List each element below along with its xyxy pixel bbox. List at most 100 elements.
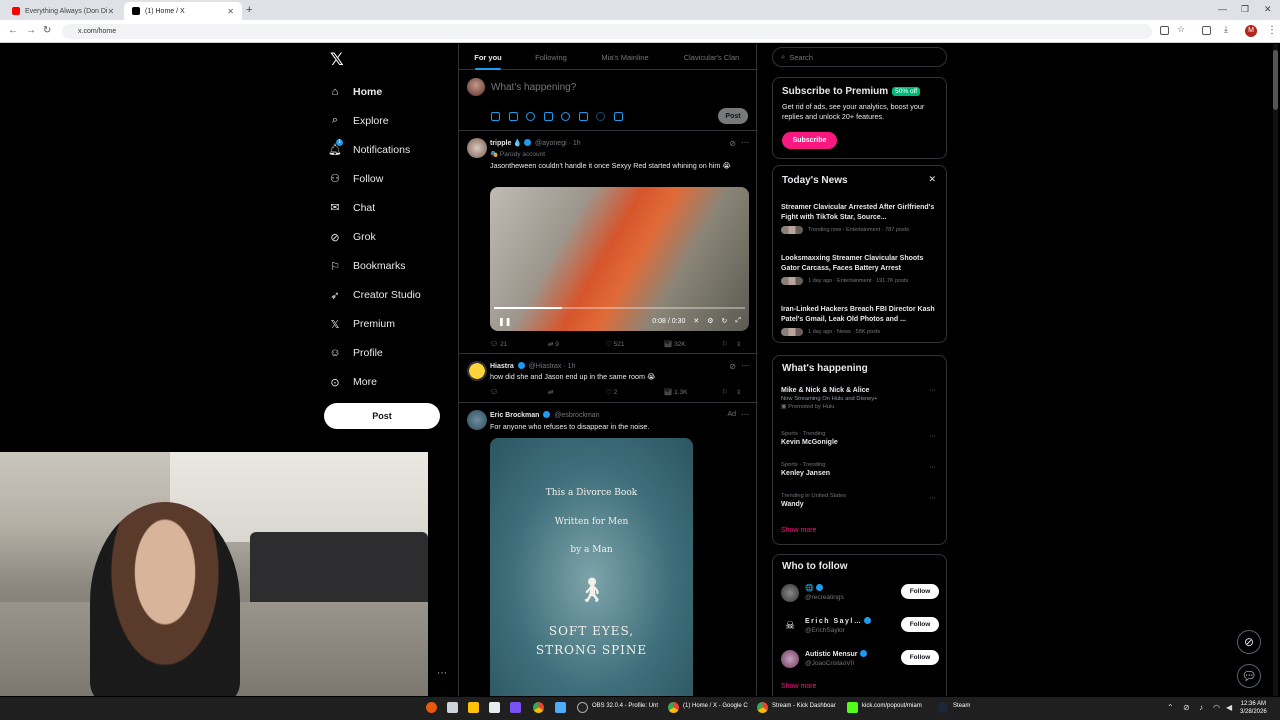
- tweet[interactable]: Hiastra @Hiastrax · 1h ⊘ ⋯ how did she a…: [459, 355, 758, 403]
- store-icon[interactable]: [489, 702, 500, 713]
- more-icon[interactable]: ⋯: [929, 386, 936, 394]
- wifi-icon[interactable]: ◠: [1213, 703, 1220, 712]
- share-icon[interactable]: ⇪: [736, 388, 741, 396]
- search-input[interactable]: ⌕ Search: [772, 47, 947, 67]
- clock[interactable]: 12:36 AM 3/28/2026: [1240, 700, 1267, 716]
- sidebar-item-explore[interactable]: ⌕ Explore: [328, 106, 421, 135]
- tab-following[interactable]: Following: [517, 44, 585, 69]
- sidebar-item-creator-studio[interactable]: ➶ Creator Studio: [328, 281, 420, 310]
- sidebar-item-home[interactable]: ⌂ Home: [328, 77, 421, 106]
- close-tab-icon[interactable]: ✕: [227, 7, 234, 16]
- tray-icon[interactable]: ⊘: [1183, 703, 1190, 712]
- taskbar-app-label[interactable]: kick.com/popout/miam: [862, 703, 922, 709]
- tweet[interactable]: tripple 💧 @ayonegi · 1h ⊘ ⋯ 🎭 Parody acc…: [459, 132, 758, 354]
- taskbar-app-label[interactable]: (1) Home / X - Google C: [683, 703, 748, 709]
- sidebar-item-follow[interactable]: ⚇ Follow: [328, 164, 421, 193]
- microphone-icon[interactable]: ♪: [1199, 703, 1203, 712]
- like-button[interactable]: ♡ 521: [606, 340, 664, 348]
- gif-icon[interactable]: [508, 112, 518, 121]
- news-item[interactable]: Looksmaxxing Streamer Clavicular Shoots …: [781, 254, 941, 285]
- sidebar-item-premium[interactable]: 𝕏 Premium: [328, 310, 421, 339]
- more-icon[interactable]: ⋯: [929, 494, 936, 502]
- reply-button[interactable]: 💬︎ 21: [490, 340, 548, 348]
- app-icon[interactable]: [510, 702, 521, 713]
- compose-post-button[interactable]: Post: [718, 108, 748, 124]
- tab-mias-mainline[interactable]: Mia's Mainline: [585, 44, 665, 69]
- tray-chevron-icon[interactable]: ⌃: [1167, 703, 1174, 712]
- repeat-icon[interactable]: ↻: [722, 317, 728, 325]
- like-button[interactable]: ♡ 2: [606, 388, 664, 396]
- taskbar-app-label[interactable]: Stream - Kick Dashboar: [772, 703, 836, 709]
- cast-icon[interactable]: [1160, 26, 1169, 35]
- reload-icon[interactable]: ↻: [43, 25, 51, 36]
- sidebar-item-more[interactable]: ⊙ More: [328, 368, 421, 397]
- taskbar-app-label[interactable]: Steam: [953, 703, 970, 709]
- more-icon[interactable]: ⋯: [741, 138, 749, 147]
- close-tab-icon[interactable]: ✕: [107, 7, 114, 16]
- tweet-author-name[interactable]: Eric Brockman: [490, 412, 539, 419]
- mute-icon[interactable]: ✕: [693, 317, 699, 325]
- poll-icon[interactable]: [543, 112, 553, 121]
- more-icon[interactable]: ⋯: [741, 410, 749, 419]
- post-button[interactable]: Post: [324, 403, 440, 429]
- skull-avatar-icon[interactable]: ☠: [781, 617, 799, 635]
- avatar[interactable]: [467, 361, 487, 381]
- kick-icon[interactable]: [847, 702, 858, 713]
- close-icon[interactable]: ✕: [928, 174, 936, 185]
- tab-for-you[interactable]: For you: [459, 44, 517, 69]
- url-field[interactable]: x.com/home: [62, 24, 1152, 39]
- grok-icon[interactable]: ⊘: [729, 362, 736, 371]
- views-button[interactable]: 📊︎ 32K: [664, 340, 722, 348]
- tweet-author-name[interactable]: Hiastra: [490, 363, 514, 370]
- taskbar-app-label[interactable]: OBS 32.0.4 - Profile: Unt: [592, 703, 658, 709]
- video-progress-bar[interactable]: [494, 307, 745, 309]
- follow-suggestion[interactable]: 🌐 @recreatings Follow: [781, 582, 943, 606]
- menu-kebab-icon[interactable]: ⋮: [1267, 25, 1277, 36]
- follow-button[interactable]: Follow: [901, 650, 939, 665]
- bookmark-icon[interactable]: ⚐: [722, 340, 736, 348]
- repost-button[interactable]: ⇄ 9: [548, 340, 606, 348]
- star-icon[interactable]: ☆: [1177, 24, 1186, 34]
- compose-input[interactable]: What's happening?: [491, 82, 576, 93]
- tweet-video[interactable]: ❚❚ 0:08 / 0:30 ✕ ⚙ ↻ ⤢: [490, 187, 749, 331]
- trend-item[interactable]: Sports · Trending Kevin McGonigle ⋯: [781, 431, 941, 446]
- avatar[interactable]: [467, 78, 485, 96]
- reply-button[interactable]: 💬︎: [490, 388, 548, 396]
- scroll-thumb[interactable]: [1273, 50, 1278, 110]
- scrollbar[interactable]: [1273, 44, 1278, 696]
- chrome-icon[interactable]: [533, 702, 544, 713]
- close-window-icon[interactable]: ✕: [1264, 4, 1272, 15]
- grok-fab-icon[interactable]: ⊘: [1237, 630, 1261, 654]
- grok-icon[interactable]: ⊘: [729, 139, 736, 148]
- steam-icon[interactable]: [937, 702, 948, 713]
- back-icon[interactable]: ←: [8, 25, 18, 36]
- browser-tab-x-home[interactable]: (1) Home / X ✕: [124, 2, 242, 20]
- avatar[interactable]: [781, 584, 799, 602]
- chrome-icon[interactable]: [668, 702, 679, 713]
- news-item[interactable]: Iran-Linked Hackers Breach FBI Director …: [781, 305, 941, 336]
- avatar[interactable]: [467, 410, 487, 430]
- pause-icon[interactable]: ❚❚: [498, 317, 511, 326]
- sidebar-item-grok[interactable]: ⊘ Grok: [328, 222, 421, 251]
- fullscreen-icon[interactable]: ⤢: [735, 317, 741, 325]
- browser-tab-youtube[interactable]: Everything Always (Don Di ✕: [4, 2, 122, 20]
- obs-icon[interactable]: [577, 702, 588, 713]
- avatar[interactable]: [781, 650, 799, 668]
- app-icon[interactable]: [447, 702, 458, 713]
- account-menu-icon[interactable]: ⋯: [437, 668, 447, 679]
- tab-clavicular-clan[interactable]: Clavicular's Clan: [665, 44, 758, 69]
- folder-icon[interactable]: [468, 702, 479, 713]
- schedule-icon[interactable]: [578, 112, 588, 121]
- image-icon[interactable]: [491, 112, 500, 121]
- app-icon[interactable]: [555, 702, 566, 713]
- download-icon[interactable]: ⤓: [1224, 24, 1233, 34]
- follow-button[interactable]: Follow: [901, 584, 939, 599]
- more-icon[interactable]: ⋯: [741, 361, 749, 370]
- grok-icon[interactable]: [526, 112, 535, 121]
- trend-item[interactable]: Mike & Nick & Nick & Alice Now Streaming…: [781, 387, 941, 410]
- sidebar-item-chat[interactable]: ✉ Chat: [328, 193, 421, 222]
- news-item[interactable]: Streamer Clavicular Arrested After Girlf…: [781, 203, 941, 234]
- views-button[interactable]: 📊︎ 1.3K: [664, 388, 722, 396]
- profile-avatar[interactable]: M: [1245, 25, 1257, 37]
- trend-item[interactable]: Sports · Trending Kenley Jansen ⋯: [781, 462, 941, 477]
